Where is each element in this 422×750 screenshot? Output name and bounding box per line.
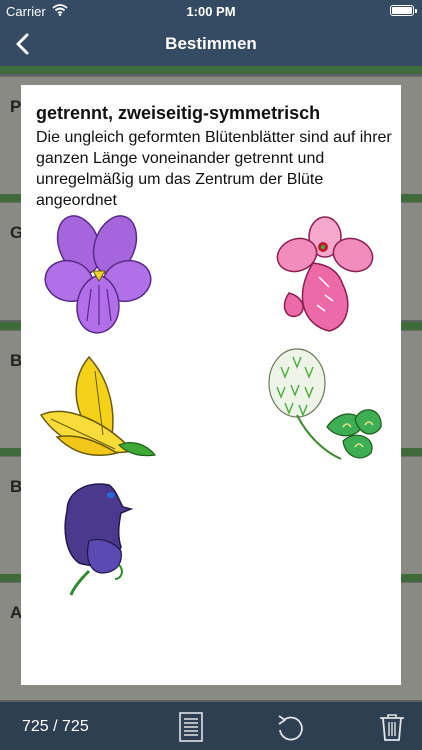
result-counter: 725 / 725 [22,718,89,735]
undo-button[interactable] [276,712,306,747]
list-button[interactable] [176,712,206,747]
info-popup[interactable]: getrennt, zweiseitig-symmetrisch Die ung… [21,85,401,685]
divider [0,66,422,74]
violet-flower-image [44,215,152,334]
monkshood-flower-image [64,483,134,596]
list-document-icon [179,712,203,742]
status-time: 1:00 PM [186,4,236,19]
popup-description: Die ungleich geformten Blütenblätter sin… [36,129,392,209]
status-bar: Carrier 1:00 PM [0,0,422,22]
battery-icon [390,5,417,16]
broom-flower-image [39,355,157,457]
list-item-label: P [10,97,22,116]
trash-icon [380,714,404,741]
delete-button[interactable] [378,712,406,747]
popup-title: getrennt, zweiseitig-symmetrisch [36,103,321,123]
undo-rotate-icon [278,715,303,741]
nav-title: Bestimmen [165,34,257,53]
clover-flower-image [268,348,382,460]
orchid-flower-image [276,216,374,332]
bottom-toolbar: 725 / 725 [0,702,422,750]
navigation-bar: Bestimmen [0,22,422,66]
